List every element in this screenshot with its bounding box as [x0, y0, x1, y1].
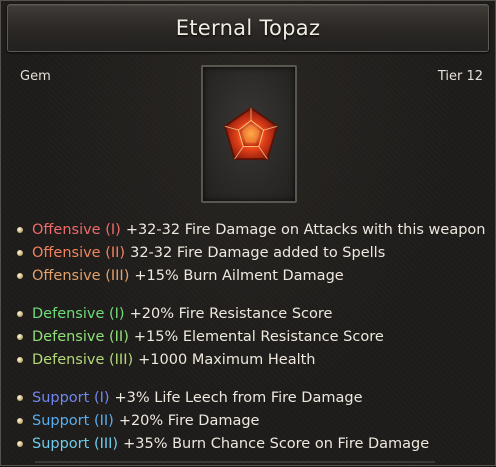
- stat-offensive-3: Offensive (III) +15% Burn Ailment Damage: [17, 266, 344, 286]
- item-tooltip: Eternal Topaz Gem Tier 12 Offensive (I) …: [0, 0, 496, 466]
- bullet-icon: [17, 250, 23, 256]
- stat-support-2: Support (II) +20% Fire Damage: [17, 411, 259, 431]
- stat-support-1: Support (I) +3% Life Leech from Fire Dam…: [17, 388, 363, 408]
- bullet-icon: [17, 418, 23, 424]
- bullet-icon: [17, 441, 23, 447]
- bullet-icon: [17, 357, 23, 363]
- bullet-icon: [17, 227, 23, 233]
- stat-text: +15% Burn Ailment Damage: [134, 268, 344, 284]
- stat-group: Offensive (I): [32, 222, 121, 238]
- stat-list: Offensive (I) +32-32 Fire Damage on Atta…: [1, 1, 496, 467]
- bullet-icon: [17, 395, 23, 401]
- stat-group: Defensive (III): [32, 352, 134, 368]
- stat-group: Defensive (I): [32, 306, 125, 322]
- stat-group: Offensive (III): [32, 268, 130, 284]
- stat-offensive-2: Offensive (II) 32-32 Fire Damage added t…: [17, 243, 385, 263]
- stat-text: +20% Fire Resistance Score: [129, 306, 333, 322]
- stat-text: 32-32 Fire Damage added to Spells: [130, 245, 386, 261]
- stat-text: +3% Life Leech from Fire Damage: [114, 390, 363, 406]
- stat-group: Offensive (II): [32, 245, 126, 261]
- stat-text: +35% Burn Chance Score on Fire Damage: [123, 436, 430, 452]
- divider: [35, 461, 435, 463]
- stat-defensive-2: Defensive (II) +15% Elemental Resistance…: [17, 327, 384, 347]
- stat-text: +1000 Maximum Health: [138, 352, 316, 368]
- stat-defensive-1: Defensive (I) +20% Fire Resistance Score: [17, 304, 332, 324]
- stat-defensive-3: Defensive (III) +1000 Maximum Health: [17, 350, 315, 370]
- stat-group: Support (II): [32, 413, 114, 429]
- stat-support-3: Support (III) +35% Burn Chance Score on …: [17, 434, 429, 454]
- stat-group: Support (I): [32, 390, 110, 406]
- stat-text: +15% Elemental Resistance Score: [133, 329, 384, 345]
- bullet-icon: [17, 311, 23, 317]
- bullet-icon: [17, 273, 23, 279]
- stat-group: Defensive (II): [32, 329, 129, 345]
- bullet-icon: [17, 334, 23, 340]
- stat-text: +20% Fire Damage: [118, 413, 260, 429]
- stat-offensive-1: Offensive (I) +32-32 Fire Damage on Atta…: [17, 220, 485, 240]
- stat-text: +32-32 Fire Damage on Attacks with this …: [125, 222, 486, 238]
- stat-group: Support (III): [32, 436, 119, 452]
